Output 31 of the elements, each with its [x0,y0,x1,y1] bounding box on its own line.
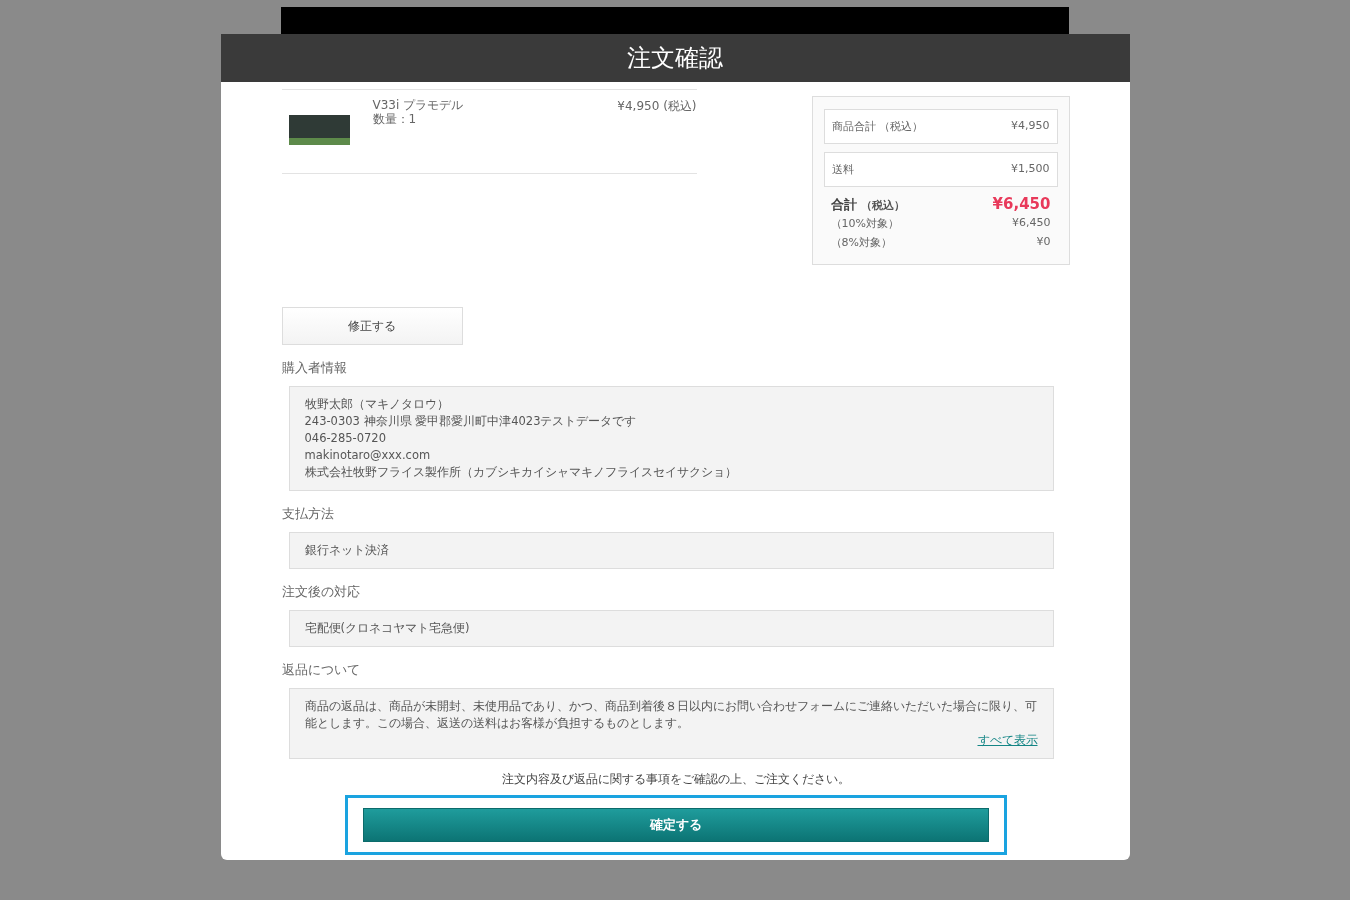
edit-button[interactable]: 修正する [281,307,463,345]
summary-label: 商品合計 （税込） [831,119,923,134]
info-text: 046-285-0720 [304,430,387,447]
total-label: 合計 [830,196,857,214]
tax-label: （8%対象） [830,235,892,250]
tax-label: （10%対象） [830,216,899,231]
product-price: ¥4,950 (税込) [617,98,697,115]
total-value: ¥6,450 [992,195,1051,213]
section-heading: 返品について [281,661,361,679]
summary-label: 送料 [831,162,854,177]
tax-value: ¥6,450 [1012,216,1051,231]
info-text: 宅配便(クロネコヤマト宅急便) [304,620,471,637]
info-text: 商品の返品は、商品が未開封、未使用品であり、かつ、商品到着後８日以内にお問い合わせフォームにご連絡いただいた場合に限り、可能とします。この場合、返送の送料はお客様が負担するものとします。 [304,698,1038,732]
summary-value: ¥1,500 [1011,162,1050,177]
section-heading: 購入者情報 [281,359,348,377]
info-text: makinotaro@xxx.com [304,447,432,464]
product-name: V33i プラモデル [372,98,464,112]
summary-value: ¥4,950 [1011,119,1050,134]
info-text: 牧野太郎（マキノタロウ） [304,396,450,413]
info-text: 株式会社牧野フライス製作所（カブシキカイシャマキノフライスセイサクショ） [304,464,738,481]
show-all-link[interactable]: すべて表示 [977,732,1038,749]
confirm-notice: 注文内容及び返品に関する事項をご確認の上、ご注文ください。 [500,771,851,788]
info-text: 銀行ネット決済 [304,542,390,559]
product-quantity: 数量：1 [372,112,417,126]
section-heading: 支払方法 [281,505,335,523]
confirm-button[interactable]: 確定する [362,808,989,842]
dialog-title: 注文確認 [627,43,723,74]
info-text: 243-0303 神奈川県 愛甲郡愛川町中津4023テストデータです [304,413,638,430]
section-heading: 注文後の対応 [281,583,361,601]
tax-value: ¥0 [1036,235,1051,250]
total-note: （税込） [860,198,905,213]
